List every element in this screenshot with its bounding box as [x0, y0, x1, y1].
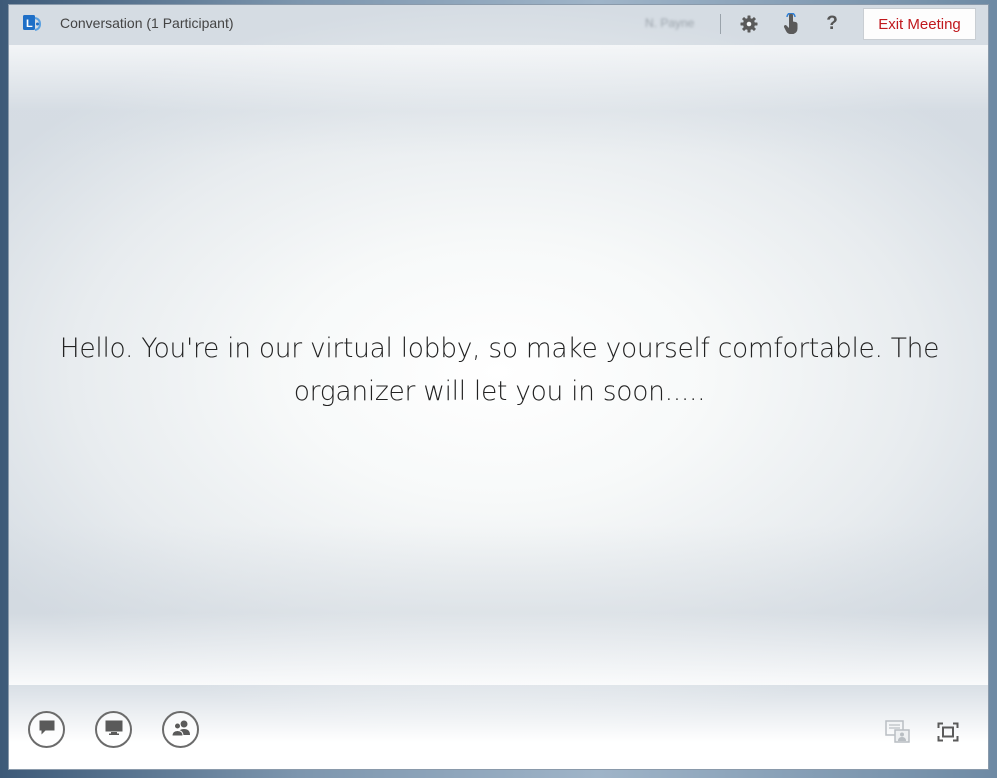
people-icon: [170, 719, 192, 741]
present-button[interactable]: [95, 711, 132, 748]
lobby-message-line: organizer will let you in soon.....: [293, 376, 706, 407]
lobby-message: Hello. You're in our virtual lobby, so m…: [19, 327, 980, 413]
participants-button[interactable]: [162, 711, 199, 748]
background-band: [9, 45, 988, 155]
content-view-icon[interactable]: [885, 719, 911, 745]
gear-icon[interactable]: [738, 13, 760, 35]
window-title: Conversation (1 Participant): [60, 15, 234, 31]
monitor-icon: [104, 719, 124, 740]
lync-logo-icon: L: [22, 13, 42, 33]
background-fade: [9, 679, 988, 769]
conversation-window: L Conversation (1 Participant) N. Payne: [8, 4, 989, 770]
title-divider: [720, 14, 721, 34]
question-mark-icon[interactable]: ?: [821, 13, 843, 35]
title-bar: L Conversation (1 Participant) N. Payne: [9, 5, 988, 45]
user-name: N. Payne: [645, 16, 695, 30]
exit-meeting-button[interactable]: Exit Meeting: [863, 8, 976, 40]
lobby-message-line: Hello. You're in our virtual lobby, so m…: [59, 333, 940, 364]
chat-button[interactable]: [28, 711, 65, 748]
window-frame: L Conversation (1 Participant) N. Payne: [0, 0, 997, 778]
chat-bubble-icon: [38, 719, 56, 740]
background-band: [9, 525, 988, 685]
touch-hand-icon[interactable]: [780, 13, 802, 35]
svg-text:L: L: [26, 18, 33, 30]
fullscreen-icon[interactable]: [935, 719, 961, 745]
